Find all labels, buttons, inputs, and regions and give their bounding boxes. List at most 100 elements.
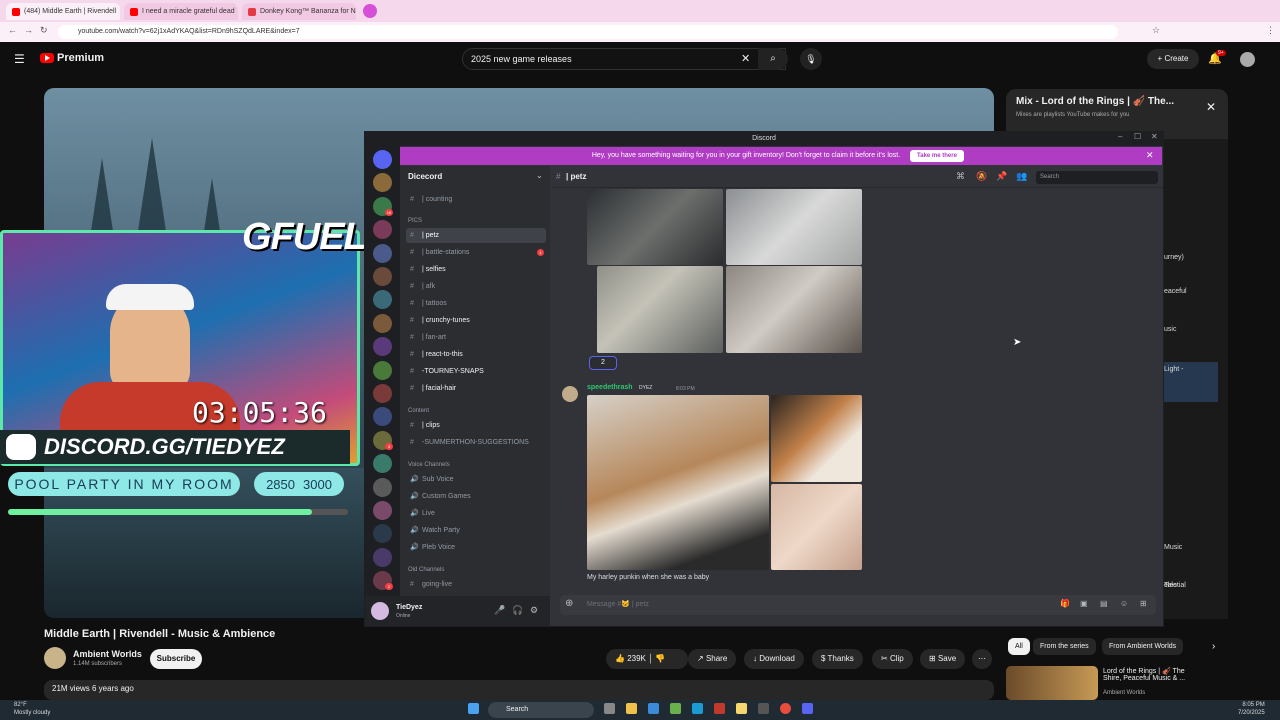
server-icon[interactable] — [373, 360, 392, 380]
cat-photo-1[interactable] — [587, 189, 723, 265]
user-avatar[interactable] — [371, 602, 389, 620]
maximize-icon[interactable]: ☐ — [1134, 132, 1141, 141]
server-icon[interactable] — [373, 150, 392, 169]
server-icon[interactable] — [373, 501, 392, 520]
channel-name[interactable]: Ambient Worlds — [73, 649, 142, 659]
apps-icon[interactable]: ⊞ — [1140, 599, 1147, 608]
new-tab-icon[interactable] — [363, 4, 377, 18]
gif-icon[interactable]: ▣ — [1080, 599, 1088, 608]
voice-search-button[interactable]: 🎙 — [800, 48, 822, 70]
store-icon[interactable] — [648, 703, 659, 714]
playlist-item-title[interactable]: Tale — [1164, 582, 1177, 589]
start-icon[interactable] — [468, 703, 479, 714]
channel-category[interactable]: PICS — [408, 218, 422, 224]
channel-item[interactable]: # -TOURNEY-SNAPS — [406, 364, 546, 379]
user-name[interactable]: TieDyez — [396, 604, 422, 611]
cat-photo-2[interactable] — [726, 189, 862, 265]
subscribe-button[interactable]: Subscribe — [150, 649, 202, 669]
pin-icon[interactable]: 📌 — [996, 171, 1007, 182]
minimize-icon[interactable]: – — [1118, 132, 1122, 141]
more-actions-button[interactable]: ⋯ — [972, 649, 992, 669]
channel-item[interactable]: # -SUMMERTHON-SUGGESTIONS — [406, 435, 546, 450]
back-icon[interactable]: ← — [8, 25, 17, 35]
kitten-photo-1[interactable] — [587, 395, 769, 570]
chevron-down-icon[interactable]: ⌄ — [536, 171, 543, 180]
search-input[interactable]: 2025 new game releases — [462, 48, 786, 70]
sticker-icon[interactable]: ▤ — [1100, 599, 1108, 608]
settings-gear-icon[interactable]: ⚙ — [530, 605, 538, 616]
channel-item[interactable]: # | crunchy-tunes — [406, 313, 546, 328]
forward-icon[interactable]: → — [24, 25, 33, 35]
browser-menu-icon[interactable]: ⋮ — [1266, 25, 1275, 36]
channel-item[interactable]: # | clips — [406, 418, 546, 433]
system-clock[interactable]: 8:05 PM 7/20/2025 — [1238, 701, 1265, 717]
message-author-avatar[interactable] — [562, 386, 578, 402]
reload-icon[interactable]: ↻ — [40, 25, 48, 36]
discord-search-input[interactable]: Search — [1036, 171, 1158, 184]
close-mix-icon[interactable]: ✕ — [1206, 100, 1216, 114]
app-icon[interactable] — [714, 703, 725, 714]
threads-icon[interactable]: ⌘ — [956, 171, 965, 182]
channel-category[interactable]: Old Channels — [408, 567, 444, 573]
playlist-item-title[interactable]: Light - — [1164, 366, 1183, 373]
server-icon[interactable] — [373, 547, 392, 567]
playlist-item-title[interactable]: usic — [1164, 326, 1176, 333]
video-description-box[interactable]: 21M views 6 years ago — [44, 680, 994, 700]
mix-title[interactable]: Mix - Lord of the Rings | 🎻 The... — [1016, 96, 1174, 107]
server-icon[interactable] — [373, 267, 392, 286]
share-button[interactable]: ↗ Share — [688, 649, 737, 669]
channel-item[interactable]: # going-live — [406, 577, 546, 592]
kitten-photo-3[interactable] — [771, 484, 862, 570]
take-me-there-button[interactable]: Take me there — [910, 150, 964, 162]
channel-item[interactable]: # | tattoos — [406, 296, 546, 311]
bookmark-icon[interactable]: ☆ — [1152, 25, 1160, 36]
save-button[interactable]: ⊞ Save — [920, 649, 966, 669]
like-dislike-group[interactable]: 👍 239K │ 👎 — [606, 649, 688, 669]
channel-item[interactable]: 🔊 Live — [406, 506, 546, 521]
download-button[interactable]: ↓ Download — [744, 649, 804, 669]
kitten-photo-2[interactable] — [771, 395, 862, 482]
clear-search-icon[interactable]: ✕ — [741, 52, 750, 65]
channel-category[interactable]: Content — [408, 408, 429, 414]
emoji-icon[interactable]: ☺ — [1120, 599, 1128, 608]
headset-icon[interactable]: 🎧 — [512, 605, 523, 616]
obs-icon[interactable] — [758, 703, 769, 714]
thanks-button[interactable]: $ Thanks — [812, 649, 863, 669]
channel-item[interactable]: # | battle-stations — [406, 245, 546, 260]
channel-item[interactable]: # | afk — [406, 279, 546, 294]
server-icon[interactable] — [373, 243, 392, 263]
channel-item[interactable]: # | petz — [406, 228, 546, 243]
close-tab-icon[interactable]: ✕ — [235, 7, 238, 16]
cat-photo-3[interactable] — [597, 266, 723, 353]
channel-item[interactable]: 🔊 Sub Voice — [406, 472, 546, 487]
members-icon[interactable]: 👥 — [1016, 171, 1027, 182]
playlist-item-title[interactable]: urney) — [1164, 254, 1184, 261]
channel-avatar[interactable] — [44, 647, 66, 669]
server-name[interactable]: Dicecord — [408, 172, 442, 181]
playlist-item-title[interactable]: eaceful — [1164, 288, 1187, 295]
recommended-thumbnail[interactable] — [1006, 666, 1098, 700]
filter-chip[interactable]: All — [1008, 638, 1030, 655]
taskbar-search[interactable]: Search — [488, 702, 594, 718]
channel-category[interactable]: Voice Channels — [408, 462, 450, 468]
chrome-icon[interactable] — [780, 703, 791, 714]
upload-plus-icon[interactable]: ⊕ — [565, 598, 573, 609]
server-icon[interactable] — [373, 384, 392, 403]
cat-photo-4[interactable] — [726, 266, 862, 353]
mic-icon[interactable]: 🎤 — [494, 605, 505, 616]
browser-tab[interactable]: Donkey Kong™ Bananza for Ni✕ — [242, 3, 356, 20]
close-banner-icon[interactable]: ✕ — [1146, 150, 1154, 161]
playlist-item-title[interactable]: Music — [1164, 544, 1182, 551]
recommended-title[interactable]: Lord of the Rings | 🎻 The Shire, Peacefu… — [1103, 667, 1203, 682]
like-icon[interactable]: 👍 — [615, 654, 625, 663]
close-tab-icon[interactable]: ✕ — [116, 7, 120, 16]
channel-item[interactable]: 🔊 Pleb Voice — [406, 540, 546, 555]
chevron-right-icon[interactable]: › — [1212, 641, 1215, 652]
mute-bell-icon[interactable]: 🔕 — [976, 171, 987, 182]
gift-icon[interactable]: 🎁 — [1060, 599, 1070, 608]
create-button[interactable]: + Create — [1147, 49, 1199, 69]
file-explorer-icon[interactable] — [626, 703, 637, 714]
browser-tab[interactable]: (484) Middle Earth | Rivendell✕ — [6, 3, 120, 20]
search-button[interactable]: ⌕ — [758, 48, 788, 70]
channel-item[interactable]: # | counting — [406, 192, 546, 207]
